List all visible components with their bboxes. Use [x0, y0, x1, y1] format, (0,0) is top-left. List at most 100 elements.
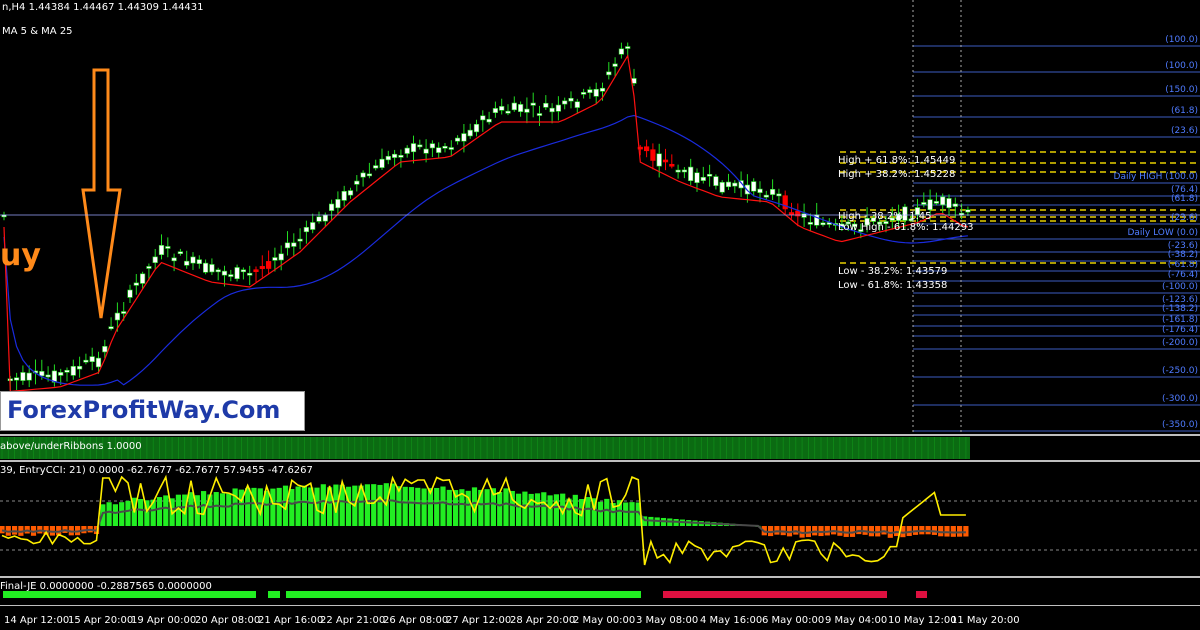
candle-bull [568, 97, 574, 102]
candle-bull [719, 182, 725, 193]
candle-bull [291, 242, 297, 247]
candle-bull [133, 282, 139, 286]
time-axis-label: 22 Apr 21:00 [320, 615, 386, 626]
candle-bull [511, 102, 517, 111]
fib-level-label: (-76.4) [1167, 270, 1198, 280]
candle-bull [562, 100, 568, 105]
final-signal-green-3 [286, 591, 641, 598]
cci-bar-positive [112, 504, 118, 526]
fib-label-low-382: Low - 38.2%: 1.43579 [838, 266, 948, 277]
fib-level-label: (150.0) [1165, 85, 1198, 95]
candle-bull [221, 270, 228, 276]
candle-bull [228, 274, 234, 277]
cci-bar-positive [541, 492, 547, 526]
candle-bull [58, 372, 64, 376]
cci-bar-positive [534, 493, 541, 526]
candle-bull [297, 238, 303, 242]
candle-bull [410, 143, 417, 153]
panel-separator [0, 605, 1200, 606]
candle-bull [196, 259, 202, 264]
time-axis-label: 20 Apr 08:00 [195, 615, 261, 626]
cci-bar-positive [390, 483, 396, 526]
cci-bar-positive [446, 489, 452, 526]
candle-bull [776, 193, 782, 197]
candle-bull [492, 108, 499, 113]
time-axis-label: 11 May 20:00 [951, 615, 1020, 626]
candle-bull [618, 48, 624, 55]
candle-bull [757, 188, 763, 193]
candle-bear [265, 261, 272, 269]
candle-bull [341, 190, 347, 201]
candle-bull [347, 190, 354, 196]
cci-bar-positive [553, 494, 559, 526]
cci-bar-positive [604, 498, 610, 526]
candle-bull [940, 196, 946, 206]
time-axis-label: 2 May 00:00 [573, 615, 636, 626]
brand-banner[interactable]: ForexProfitWay.Com [0, 391, 305, 431]
candle-bull [725, 181, 732, 188]
fib-level-label: (-100.0) [1161, 282, 1198, 292]
cci-bar-positive [213, 492, 219, 526]
candle-bull [398, 155, 404, 158]
time-axis-label: 15 Apr 20:00 [68, 615, 134, 626]
candle-bull [524, 108, 530, 113]
cci-bar-negative [950, 526, 956, 537]
fib-level-label: (-350.0) [1161, 420, 1198, 430]
candle-bull [209, 264, 215, 273]
cci-bar-positive [364, 484, 370, 526]
fib-label-mid-a: High - 38.2%: 1.45 [838, 211, 932, 222]
fib-level-label: (-38.2) [1167, 250, 1198, 260]
candle-bull [499, 106, 505, 111]
candle-bull [366, 173, 373, 177]
fib-level-label: (-250.0) [1161, 366, 1198, 376]
candle-bull [95, 357, 102, 368]
panel-separator [0, 434, 1200, 436]
fib-label-high-382: High + 38.2%: 1.45228 [838, 169, 956, 180]
candle-bull [549, 107, 555, 113]
cci-bar-positive [503, 488, 509, 526]
panel-separator [0, 576, 1200, 578]
candle-bull [555, 104, 561, 112]
time-axis-label: 26 Apr 08:00 [383, 615, 449, 626]
candle-bull [152, 256, 158, 263]
fib-label-low-618: Low - 61.8%: 1.43358 [838, 280, 948, 291]
cci-bar-positive [219, 493, 226, 526]
candle-bull [801, 213, 807, 218]
candle-bull [423, 148, 429, 154]
candle-bull [921, 202, 927, 205]
time-axis-label: 10 May 12:00 [888, 615, 957, 626]
candle-bull [763, 194, 769, 198]
time-axis-label: 19 Apr 00:00 [131, 615, 197, 626]
candle-bull [284, 242, 291, 249]
candle-bull [467, 129, 473, 137]
cci-bar-positive [345, 486, 352, 526]
candle-bull [127, 289, 133, 298]
fib-level-label: (100.0) [1165, 35, 1198, 45]
candle-bull [404, 147, 410, 154]
candle-bull [89, 356, 95, 362]
cci-bar-positive [251, 487, 257, 526]
cci-bar-positive [440, 486, 446, 526]
price-chart-canvas[interactable] [0, 0, 1200, 630]
candle-bull [102, 346, 108, 353]
candle-bull [454, 137, 461, 142]
candle-bull [391, 153, 398, 158]
candle-bull [385, 155, 391, 161]
cci-bar-positive [484, 489, 490, 526]
candle-bull [64, 369, 70, 373]
cci-bar-positive [547, 495, 553, 526]
cci-bar-negative [963, 526, 969, 537]
candle-bull [442, 145, 448, 149]
cci-bar-positive [528, 493, 534, 526]
fib-level-label: (-176.4) [1161, 325, 1198, 335]
candle-bull [706, 173, 713, 177]
candle-bull [328, 203, 335, 211]
candle-bull [612, 63, 618, 67]
candle-bull [354, 180, 360, 185]
candle-bull [429, 143, 436, 149]
fib-level-label: (-200.0) [1161, 338, 1198, 348]
candle-bull [322, 214, 328, 222]
candle-bull [574, 101, 580, 108]
candle-bull [713, 176, 719, 186]
cci-bar-positive [226, 493, 232, 526]
